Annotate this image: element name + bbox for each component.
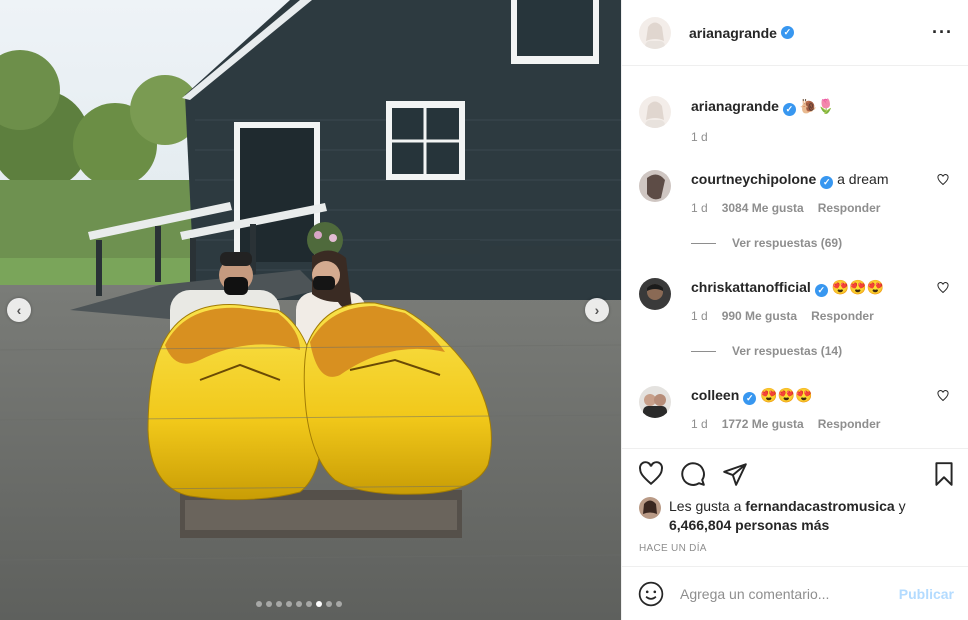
- likes-summary: Les gusta a fernandacastromusica y 6,466…: [639, 497, 939, 535]
- comment-text: 😍😍😍: [831, 279, 885, 295]
- like-comment-heart-icon[interactable]: [937, 282, 949, 294]
- verified-badge-icon: ✓: [743, 391, 757, 405]
- like-comment-heart-icon[interactable]: [937, 174, 949, 186]
- reply-button[interactable]: Responder: [818, 417, 881, 431]
- comment-time: 1 d: [691, 416, 708, 431]
- post-header: arianagrande ✓ ···: [622, 0, 968, 66]
- comment-username[interactable]: courtneychipolone: [691, 171, 816, 187]
- carousel-dot: [256, 601, 262, 607]
- post-timestamp: HACE UN DÍA: [639, 543, 707, 554]
- comment-time: 1 d: [691, 308, 708, 323]
- chevron-left-icon: ‹: [16, 302, 22, 318]
- more-options-icon[interactable]: ···: [932, 22, 953, 43]
- commenter-avatar[interactable]: [639, 278, 671, 310]
- author-username[interactable]: arianagrande: [689, 25, 777, 41]
- carousel-dot: [276, 601, 282, 607]
- carousel-dot: [296, 601, 302, 607]
- comment-username[interactable]: colleen: [691, 387, 739, 403]
- caption-username[interactable]: arianagrande: [691, 98, 779, 114]
- likes-conjunction: y: [898, 498, 906, 514]
- view-replies-button[interactable]: Ver respuestas (69): [691, 236, 842, 250]
- previous-photo-button[interactable]: ‹: [7, 298, 31, 322]
- commenter-avatar[interactable]: [639, 386, 671, 418]
- verified-badge-icon: ✓: [780, 26, 794, 39]
- divider-line: [691, 242, 716, 244]
- caption-text: 🐌🌷: [799, 98, 835, 114]
- carousel-dot: [326, 601, 332, 607]
- post-sidebar: arianagrande ✓ ··· arianagrande✓ 🐌🌷 1 d: [621, 0, 968, 620]
- liker-username[interactable]: fernandacastromusica: [745, 498, 894, 514]
- next-photo-button[interactable]: ›: [585, 298, 609, 322]
- comment-username[interactable]: chriskattanofficial: [691, 279, 811, 295]
- view-replies-label: Ver respuestas (69): [732, 236, 843, 250]
- verified-badge-icon: ✓: [820, 175, 834, 189]
- comment-likes[interactable]: 990 Me gusta: [722, 309, 797, 323]
- verified-badge-icon: ✓: [782, 102, 796, 116]
- comment-likes[interactable]: 1772 Me gusta: [722, 417, 804, 431]
- likes-prefix: Les gusta a: [669, 498, 742, 514]
- like-heart-icon[interactable]: [638, 461, 664, 487]
- post-modal: ‹ › arianagrande ✓ ··· arianagrande ✓ 🐌🌷 …: [0, 0, 968, 620]
- reply-button[interactable]: Responder: [811, 309, 874, 323]
- carousel-dot: [286, 601, 292, 607]
- chevron-right-icon: ›: [594, 302, 600, 318]
- comment-bubble-icon[interactable]: [680, 461, 706, 487]
- carousel-dot: [336, 601, 342, 607]
- post-actions: Les gusta a fernandacastromusica y 6,466…: [622, 448, 968, 566]
- post-photo[interactable]: ‹ ›: [0, 0, 621, 620]
- share-paper-plane-icon[interactable]: [722, 461, 748, 487]
- caption-time: 1 d: [691, 129, 708, 144]
- divider-line: [691, 350, 716, 352]
- view-replies-label: Ver respuestas (14): [732, 344, 843, 358]
- commenter-avatar[interactable]: [639, 170, 671, 202]
- comment-input[interactable]: [680, 585, 890, 602]
- liker-avatar[interactable]: [639, 497, 661, 519]
- view-replies-button[interactable]: Ver respuestas (14): [691, 344, 842, 358]
- author-avatar[interactable]: [639, 16, 671, 49]
- emoji-icon[interactable]: [638, 581, 664, 607]
- carousel-indicator: [256, 601, 342, 607]
- comment-text: a dream: [837, 171, 889, 187]
- carousel-dot: [266, 601, 272, 607]
- reply-button[interactable]: Responder: [818, 201, 881, 215]
- likes-count[interactable]: 6,466,804 personas más: [669, 517, 829, 533]
- publish-button[interactable]: Publicar: [899, 586, 954, 602]
- verified-badge-icon: ✓: [814, 283, 828, 297]
- add-comment-bar: Publicar: [622, 566, 968, 620]
- caption-avatar[interactable]: [639, 96, 671, 128]
- carousel-dot: [306, 601, 312, 607]
- comment-time: 1 d: [691, 200, 708, 215]
- like-comment-heart-icon[interactable]: [937, 390, 949, 402]
- comment-text: 😍😍😍: [760, 387, 813, 403]
- photo-image: [0, 0, 621, 620]
- carousel-dot: [316, 601, 322, 607]
- comment-likes[interactable]: 3084 Me gusta: [722, 201, 804, 215]
- save-bookmark-icon[interactable]: [931, 461, 957, 487]
